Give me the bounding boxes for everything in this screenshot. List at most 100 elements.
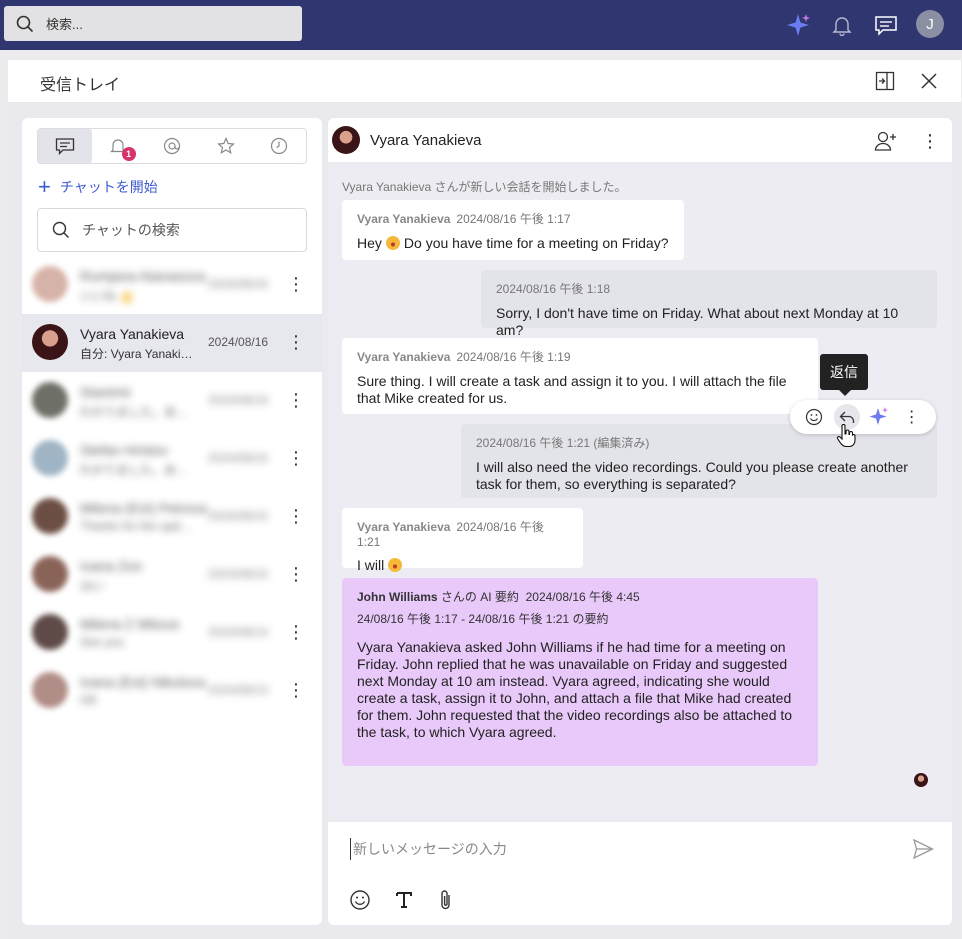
chat-preview: いいね 👍 [80, 289, 135, 303]
emoji-picker-icon[interactable] [346, 886, 374, 914]
system-message: Vyara Yanakieva さんが新しい会話を開始しました。 [342, 180, 627, 194]
bell-icon[interactable] [827, 10, 857, 40]
more-options-icon[interactable]: ⋮ [287, 504, 305, 528]
more-options-icon[interactable]: ⋮ [287, 330, 305, 354]
add-person-icon[interactable] [873, 128, 899, 154]
message-bubble[interactable]: Vyara Yanakieva 2024/08/16 午後 1:17 Hey Do … [342, 200, 684, 260]
more-options-icon[interactable]: ⋮ [917, 128, 943, 154]
chat-search-input[interactable]: チャットの検索 [37, 208, 307, 252]
avatar [32, 498, 68, 534]
message-text: Hey [357, 235, 382, 251]
message-sender: Vyara Yanakieva [357, 212, 451, 226]
search-icon [16, 15, 34, 32]
message-input[interactable] [350, 838, 870, 860]
chat-name: Milena (Ext) Petrova [80, 500, 207, 516]
attach-icon[interactable] [432, 886, 460, 914]
search-icon [52, 221, 69, 238]
avatar [32, 382, 68, 418]
chat-name: Milena Z Mitova [80, 616, 179, 632]
chat-preview: はい [80, 579, 105, 593]
tab-recent[interactable] [252, 129, 306, 163]
avatar [32, 672, 68, 708]
composer-toolbar [328, 876, 952, 925]
filter-tabs: 1 [37, 128, 307, 164]
avatar [32, 556, 68, 592]
chat-icon [55, 138, 74, 155]
more-options-icon[interactable]: ⋮ [287, 388, 305, 412]
avatar[interactable] [332, 126, 360, 154]
sparkle-icon[interactable] [783, 10, 813, 40]
top-bar: 検索... J [0, 0, 962, 50]
ai-summary-card[interactable]: John Williams さんの AI 要約 2024/08/16 午後 4:… [342, 578, 818, 766]
clock-icon [271, 137, 288, 155]
chat-list-item[interactable]: Stefan Hristov わかりました。ありがとう 2024/08/16 ⋮ [22, 430, 322, 488]
summary-author-suffix: さんの AI 要約 [440, 590, 519, 604]
chat-list-item[interactable]: Ivana (Ext) Nikolova OK 2024/08/13 ⋮ [22, 662, 322, 720]
chat-list: Rumjana Atanasova いいね 👍 2024/08/16 ⋮ Vya… [22, 256, 322, 720]
chat-list-panel: 1 + チャットを開始 チャットの検索 Rumjana Atanasova いい… [22, 118, 322, 925]
grinning-emoji-icon [385, 236, 400, 250]
conversation-panel: Vyara Yanakieva ⋮ Vyara Yanakieva さんが新しい… [328, 118, 952, 925]
message-bubble[interactable]: Vyara Yanakieva 2024/08/16 午後 1:21 I will [342, 508, 583, 573]
conversation-header: Vyara Yanakieva ⋮ [328, 118, 952, 162]
message-time: 2024/08/16 午後 1:21 (編集済み) [476, 436, 650, 450]
reply-tooltip: 返信 [820, 354, 868, 396]
message-composer [328, 822, 952, 876]
tab-favorites[interactable] [199, 129, 253, 163]
read-receipt-avatar [914, 773, 928, 787]
start-chat-button[interactable]: + チャットを開始 [38, 176, 158, 198]
smiley-icon [806, 408, 823, 426]
message-sender: Vyara Yanakieva [357, 520, 451, 534]
more-options-icon[interactable]: ⋮ [287, 446, 305, 470]
avatar [32, 614, 68, 650]
chat-list-item[interactable]: Milena Z Mitova See you 2024/08/14 ⋮ [22, 604, 322, 662]
react-emoji-button[interactable] [801, 404, 827, 430]
message-time: 2024/08/16 午後 1:18 [496, 282, 611, 296]
chat-preview: OK [80, 693, 98, 707]
chat-date: 2024/08/13 [208, 683, 269, 697]
summary-time: 2024/08/16 午後 4:45 [525, 590, 640, 604]
chat-name: Stefan Hristov [80, 442, 168, 458]
global-search-placeholder: 検索... [46, 17, 83, 32]
grinning-emoji-icon [388, 558, 403, 572]
plus-icon: + [38, 174, 51, 199]
chat-list-item[interactable]: Ivana Zon はい 2024/08/15 ⋮ [22, 546, 322, 604]
chat-preview: Thanks for the update [80, 519, 196, 533]
more-options-icon[interactable]: ⋮ [899, 404, 925, 430]
message-bubble[interactable]: 2024/08/16 午後 1:21 (編集済み) I will also ne… [461, 424, 937, 498]
send-icon[interactable] [912, 838, 934, 863]
window-title: 受信トレイ [40, 77, 121, 94]
summary-author: John Williams [357, 590, 438, 604]
ai-action-button[interactable] [866, 404, 892, 430]
chat-list-item[interactable]: Rumjana Atanasova いいね 👍 2024/08/16 ⋮ [22, 256, 322, 314]
dock-panel-icon[interactable] [874, 70, 896, 92]
message-text: Sure thing. I will create a task and ass… [357, 373, 787, 406]
chat-preview: わかりました。ありがとう [80, 463, 196, 477]
start-chat-label: チャットを開始 [59, 179, 158, 195]
message-bubble[interactable]: 2024/08/16 午後 1:18 Sorry, I don't have t… [481, 270, 937, 338]
message-bubble[interactable]: Vyara Yanakieva 2024/08/16 午後 1:19 Sure t… [342, 338, 818, 414]
chat-name: Stanimir [80, 384, 132, 400]
more-options-icon[interactable]: ⋮ [287, 562, 305, 586]
chat-list-item[interactable]: Stanimir わかりました。ありがとう 2024/08/16 ⋮ [22, 372, 322, 430]
user-avatar[interactable]: J [916, 10, 944, 38]
message-time: 2024/08/16 午後 1:17 [456, 212, 571, 226]
tab-chats[interactable] [38, 129, 92, 163]
message-text: I will [357, 557, 385, 573]
message-sender: Vyara Yanakieva [357, 350, 451, 364]
global-search-input[interactable]: 検索... [4, 6, 302, 41]
chat-date: 2024/08/16 [208, 393, 269, 407]
more-options-icon[interactable]: ⋮ [287, 620, 305, 644]
chat-icon[interactable] [871, 10, 901, 40]
close-icon[interactable] [918, 70, 940, 92]
more-options-icon[interactable]: ⋮ [287, 678, 305, 702]
star-icon [216, 137, 235, 155]
tab-notifications[interactable]: 1 [92, 129, 146, 163]
more-options-icon[interactable]: ⋮ [287, 272, 305, 296]
tab-mentions[interactable] [145, 129, 199, 163]
chat-list-item[interactable]: Milena (Ext) Petrova Thanks for the upda… [22, 488, 322, 546]
chat-list-item[interactable]: Vyara Yanakieva 自分: Vyara Yanakieva aske… [22, 314, 322, 372]
chat-date: 2024/08/16 [208, 451, 269, 465]
text-format-icon[interactable] [390, 886, 418, 914]
chat-name: Rumjana Atanasova [80, 268, 206, 284]
